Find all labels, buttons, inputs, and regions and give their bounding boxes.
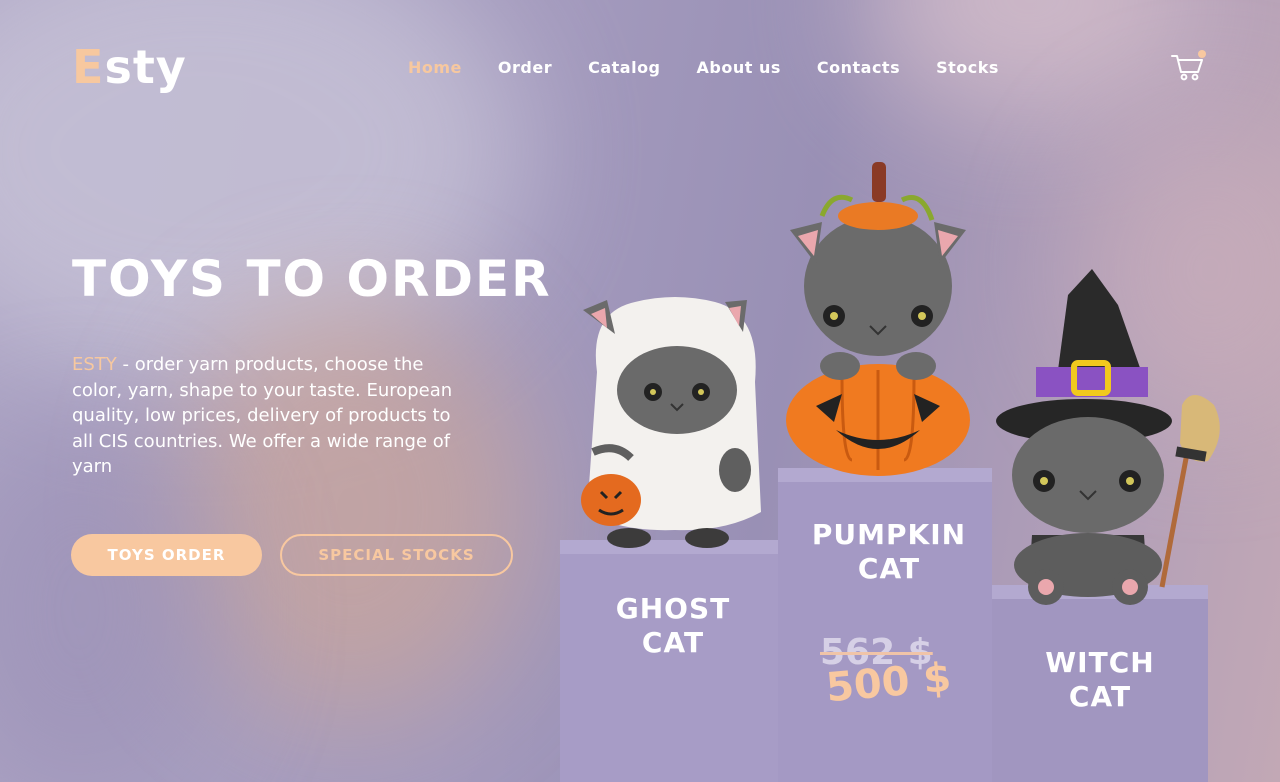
pedestal-ghost (560, 540, 780, 782)
page-title: TOYS TO ORDER (72, 250, 552, 308)
nav-item-home[interactable]: Home (408, 58, 462, 77)
nav-item-about-us[interactable]: About us (697, 58, 781, 77)
special-stocks-button[interactable]: SPECIAL STOCKS (280, 534, 513, 576)
product-name-pumpkin: PUMPKIN CAT (811, 518, 967, 585)
nav-item-order[interactable]: Order (498, 58, 552, 77)
pumpkin-cat-image[interactable] (782, 160, 974, 476)
hero-description: ESTY - order yarn products, choose the c… (72, 352, 472, 480)
main-nav: Home Order Catalog About us Contacts Sto… (408, 58, 1035, 77)
site-header: Esty Home Order Catalog About us Contact… (0, 0, 1280, 130)
witch-cat-image[interactable] (996, 265, 1232, 607)
hero-brand-name: ESTY (72, 354, 117, 375)
toys-order-button[interactable]: TOYS ORDER (71, 534, 262, 576)
nav-item-catalog[interactable]: Catalog (588, 58, 660, 77)
cart-icon (1171, 50, 1206, 81)
nav-item-contacts[interactable]: Contacts (817, 58, 900, 77)
logo[interactable]: Esty (72, 40, 187, 94)
product-name-ghost: GHOST CAT (615, 592, 731, 659)
cart-button[interactable] (1170, 48, 1206, 84)
product-name-witch: WITCH CAT (1045, 646, 1155, 713)
ghost-cat-image[interactable] (575, 292, 775, 554)
pedestal-pumpkin (778, 468, 992, 782)
nav-item-stocks[interactable]: Stocks (936, 58, 999, 77)
cart-badge-dot (1198, 50, 1206, 58)
hero-description-text: - order yarn products, choose the color,… (72, 354, 453, 477)
